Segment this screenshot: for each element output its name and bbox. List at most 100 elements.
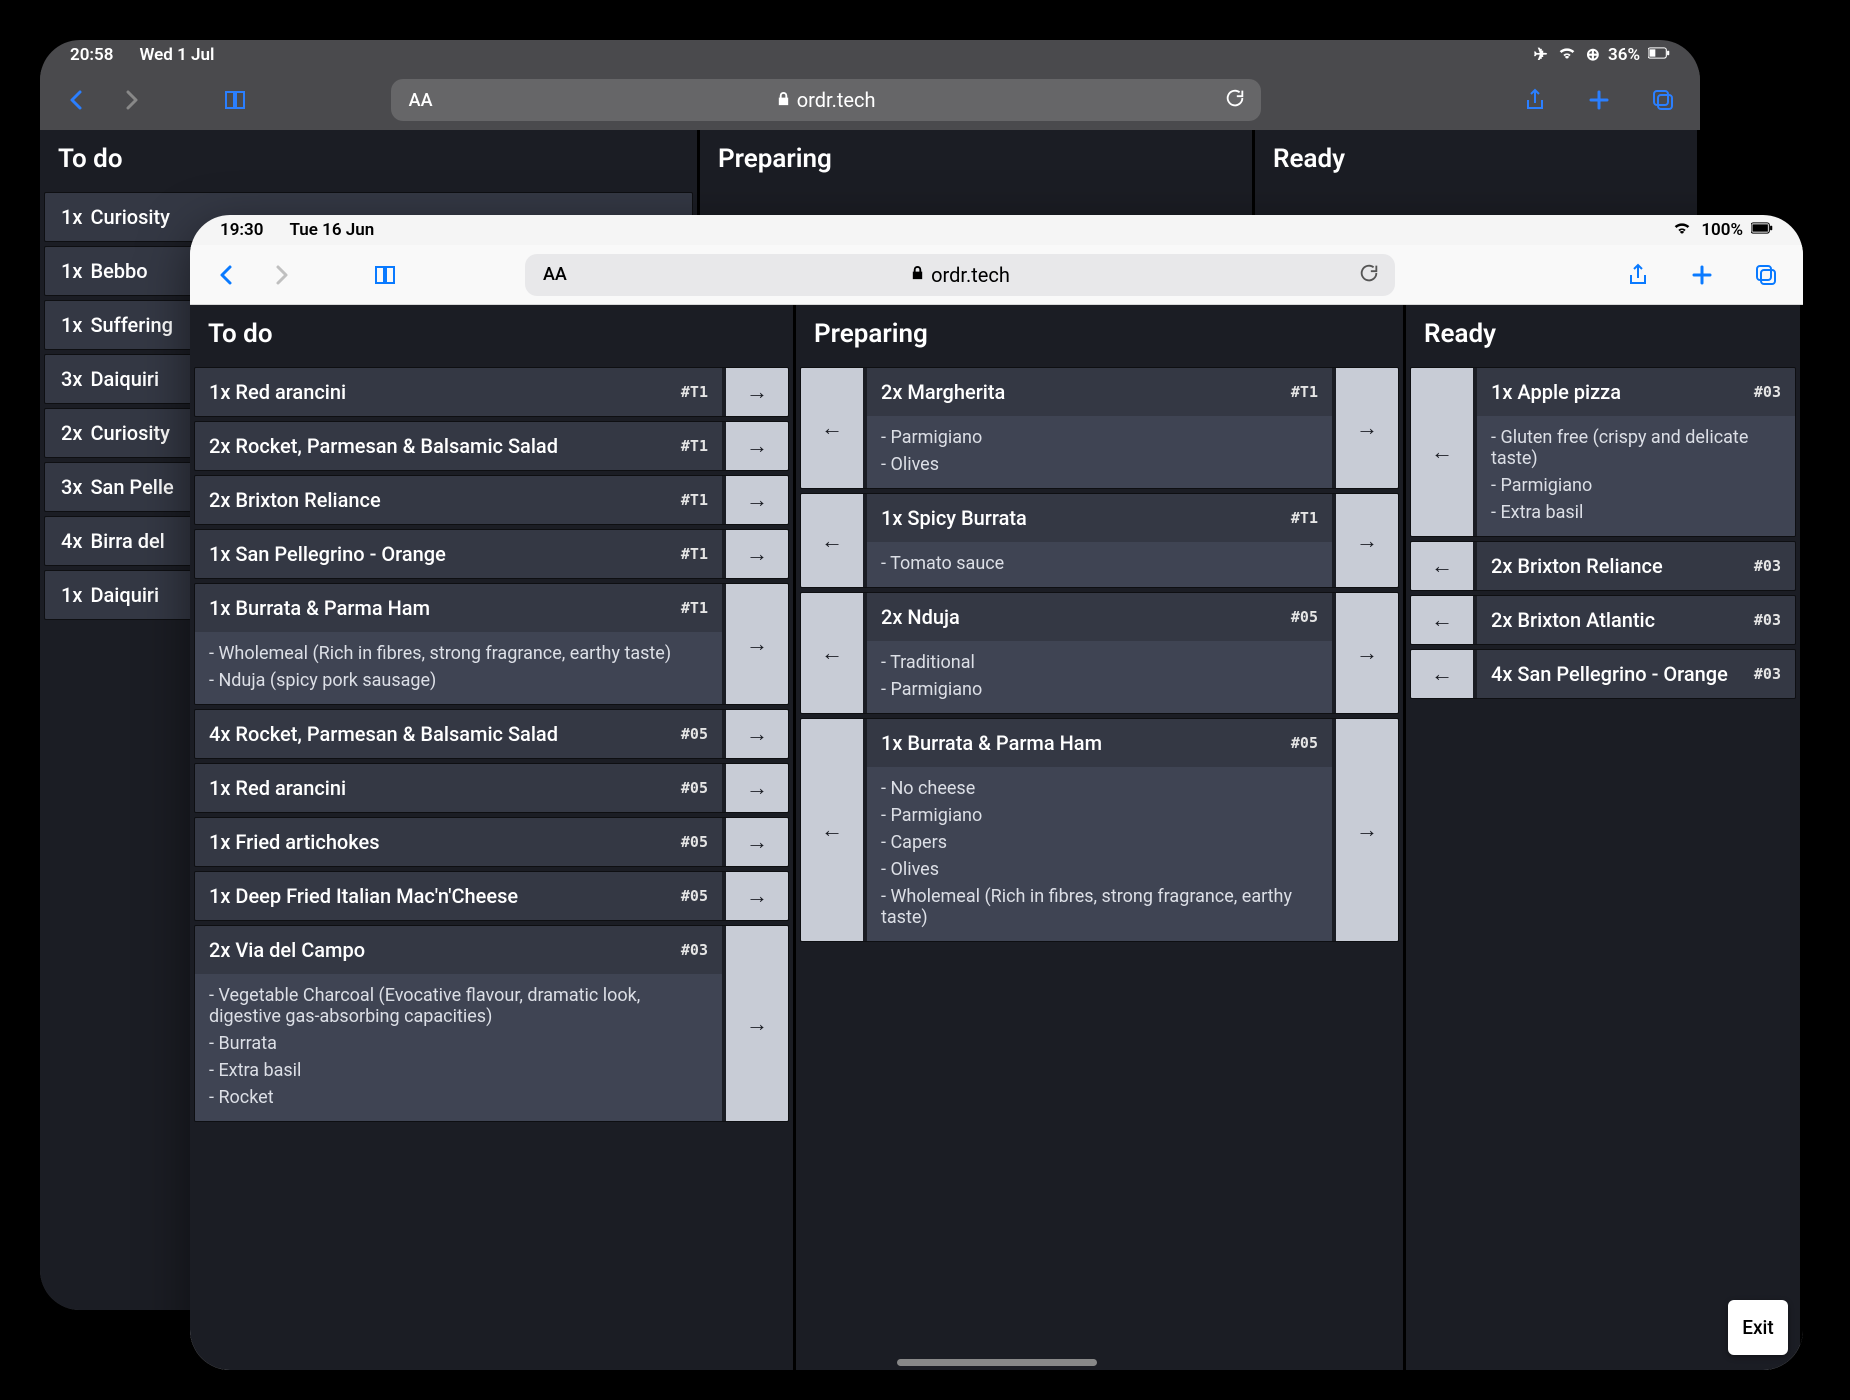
item-tag: #T1 — [681, 437, 708, 455]
forward-button[interactable] — [114, 83, 148, 117]
item-name: Daiquiri — [90, 583, 159, 607]
item-mod: - Capers — [881, 829, 1318, 856]
move-next-button[interactable]: → — [726, 368, 788, 416]
arrow-right-icon: → — [746, 775, 768, 801]
item-qty: 2x — [61, 421, 82, 445]
item-title: 1x Apple pizza — [1491, 380, 1621, 404]
url-box[interactable]: AA ordr.tech — [391, 79, 1261, 121]
move-prev-button[interactable]: ← — [1411, 368, 1473, 536]
move-prev-button[interactable]: ← — [1411, 650, 1473, 698]
move-next-button[interactable]: → — [726, 584, 788, 704]
arrow-right-icon: → — [1356, 415, 1378, 441]
item-title: 1x Red arancini — [209, 380, 346, 404]
arrow-right-icon: → — [746, 721, 768, 747]
url-domain: ordr.tech — [797, 88, 876, 112]
move-prev-button[interactable]: ← — [801, 494, 863, 587]
move-prev-button[interactable]: ← — [1411, 596, 1473, 644]
move-next-button[interactable]: → — [726, 476, 788, 524]
item-mod: - Nduja (spicy pork sausage) — [209, 667, 708, 694]
card-content: 1x Spicy Burrata#T1- Tomato sauce — [867, 494, 1332, 587]
new-tab-icon[interactable] — [1685, 258, 1719, 292]
lock-icon — [776, 91, 791, 110]
item-mod: - Gluten free (crispy and delicate taste… — [1491, 424, 1781, 472]
card-content: 1x San Pellegrino - Orange#T1 — [195, 530, 722, 578]
home-indicator[interactable] — [897, 1359, 1097, 1366]
item-name: Bebbo — [90, 259, 147, 283]
item-title: 2x Brixton Reliance — [209, 488, 381, 512]
statusbar: 19:30 Tue 16 Jun 100% — [190, 215, 1803, 245]
back-button[interactable] — [60, 83, 94, 117]
card-content: 1x Apple pizza#03- Gluten free (crispy a… — [1477, 368, 1795, 536]
bookmarks-icon[interactable] — [218, 83, 252, 117]
item-name: Suffering — [90, 313, 172, 337]
card-content: 1x Red arancini #T1 — [195, 368, 722, 416]
exit-button[interactable]: Exit — [1728, 1300, 1788, 1355]
share-icon[interactable] — [1518, 83, 1552, 117]
move-next-button[interactable]: → — [1336, 719, 1398, 941]
item-tag: #T1 — [681, 383, 708, 401]
order-card: ←1x Spicy Burrata#T1- Tomato sauce→ — [800, 493, 1399, 588]
text-size-icon[interactable]: AA — [409, 90, 433, 111]
move-next-button[interactable]: → — [1336, 494, 1398, 587]
order-card: ← 1x Apple pizza#03- Gluten free (crispy … — [1410, 367, 1796, 537]
item-mod: - Parmigiano — [881, 424, 1318, 451]
arrow-right-icon: → — [746, 487, 768, 513]
arrow-left-icon: ← — [1431, 661, 1453, 687]
status-time: 20:58 — [70, 45, 113, 65]
move-next-button[interactable]: → — [726, 422, 788, 470]
move-next-button[interactable]: → — [1336, 593, 1398, 713]
card-content: 2x Rocket, Parmesan & Balsamic Salad#T1 — [195, 422, 722, 470]
move-next-button[interactable]: → — [726, 818, 788, 866]
bookmarks-icon[interactable] — [368, 258, 402, 292]
move-prev-button[interactable]: ← — [1411, 542, 1473, 590]
order-card: 2x Brixton Reliance#T1→ — [194, 475, 789, 525]
item-mod: - Burrata — [209, 1030, 708, 1057]
item-tag: #T1 — [681, 545, 708, 563]
move-next-button[interactable]: → — [726, 710, 788, 758]
back-button[interactable] — [210, 258, 244, 292]
item-qty: 1x — [61, 313, 82, 337]
reload-icon[interactable] — [1224, 87, 1246, 113]
wifi-icon — [1556, 45, 1578, 66]
order-card: 1x San Pellegrino - Orange#T1 → — [194, 529, 789, 579]
move-prev-button[interactable]: ← — [801, 368, 863, 488]
arrow-right-icon: → — [746, 541, 768, 567]
new-tab-icon[interactable] — [1582, 83, 1616, 117]
item-qty: 3x — [61, 475, 82, 499]
url-domain: ordr.tech — [931, 263, 1010, 287]
status-time: 19:30 — [220, 220, 263, 240]
move-next-button[interactable]: → — [726, 926, 788, 1121]
kanban-app: To do 1x Red arancini#T1→2x Rocket, Parm… — [190, 305, 1803, 1370]
arrow-right-icon: → — [746, 829, 768, 855]
item-mod: - Vegetable Charcoal (Evocative flavour,… — [209, 982, 708, 1030]
move-prev-button[interactable]: ← — [801, 719, 863, 941]
tabs-icon[interactable] — [1749, 258, 1783, 292]
item-title: 4x Rocket, Parmesan & Balsamic Salad — [209, 722, 558, 746]
forward-button[interactable] — [264, 258, 298, 292]
item-title: 1x Burrata & Parma Ham — [881, 731, 1102, 755]
arrow-right-icon: → — [746, 1011, 768, 1037]
arrow-left-icon: ← — [821, 415, 843, 441]
ready-header: Ready — [1406, 305, 1800, 367]
arrow-left-icon: ← — [1431, 439, 1453, 465]
move-next-button[interactable]: → — [726, 872, 788, 920]
item-mods: - No cheese- Parmigiano- Capers- Olives-… — [867, 767, 1332, 941]
tabs-icon[interactable] — [1646, 83, 1680, 117]
battery-icon — [1648, 45, 1670, 66]
browser-bar: AA ordr.tech — [40, 70, 1700, 130]
move-next-button[interactable]: → — [726, 764, 788, 812]
reload-icon[interactable] — [1358, 262, 1380, 288]
arrow-left-icon: ← — [821, 640, 843, 666]
item-title: 1x Fried artichokes — [209, 830, 380, 854]
item-title: 2x Via del Campo — [209, 938, 365, 962]
move-next-button[interactable]: → — [726, 530, 788, 578]
order-card: ←2x Brixton Atlantic#03 — [1410, 595, 1796, 645]
arrow-right-icon: → — [746, 379, 768, 405]
card-content: 2x Via del Campo#03- Vegetable Charcoal … — [195, 926, 722, 1121]
share-icon[interactable] — [1621, 258, 1655, 292]
url-box[interactable]: AA ordr.tech — [525, 254, 1395, 296]
item-tag: #05 — [1291, 734, 1318, 752]
text-size-icon[interactable]: AA — [543, 264, 567, 285]
move-next-button[interactable]: → — [1336, 368, 1398, 488]
move-prev-button[interactable]: ← — [801, 593, 863, 713]
